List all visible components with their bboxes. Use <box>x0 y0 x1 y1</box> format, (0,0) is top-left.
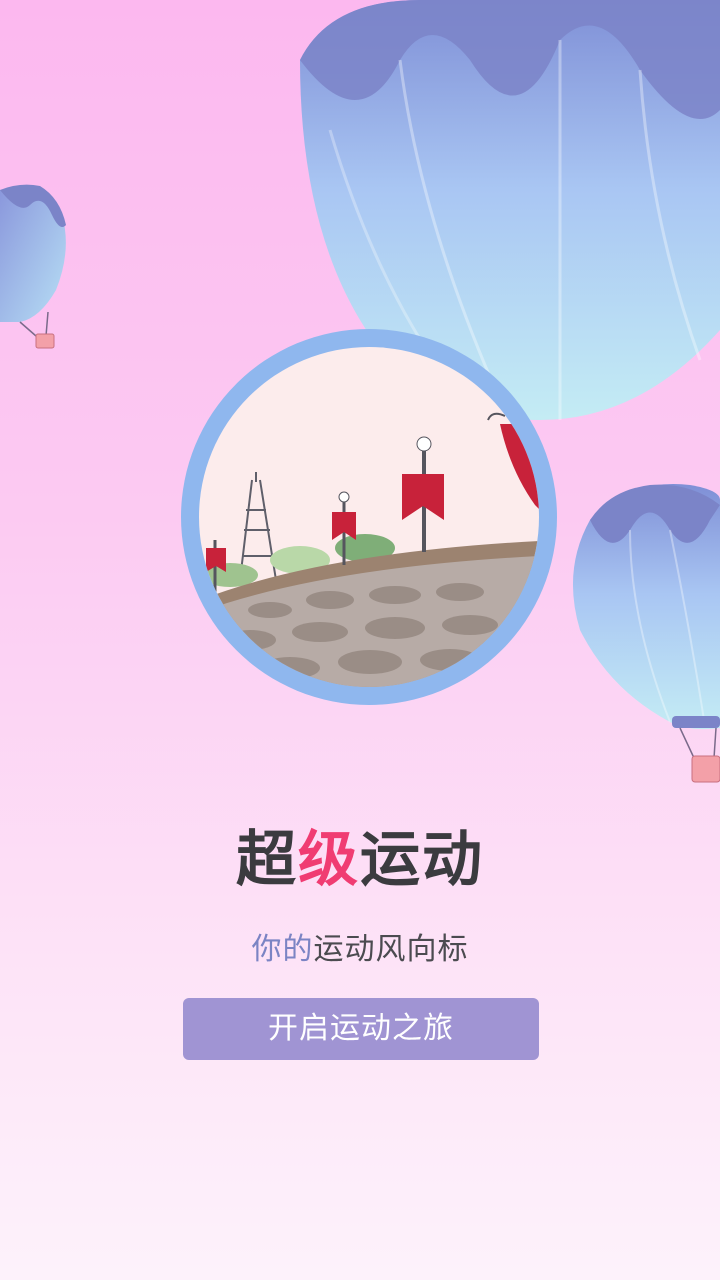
app-title: 超级运动 <box>0 820 720 900</box>
scene-illustration <box>181 329 557 705</box>
app-title-part1: 超 <box>236 825 298 895</box>
subtitle-soft-text: 你的 <box>251 932 314 967</box>
app-subtitle: 你的运动风向标 <box>0 928 720 972</box>
app-title-highlight: 级 <box>298 825 360 895</box>
subtitle-main-text: 运动风向标 <box>313 932 469 967</box>
app-title-part2: 运动 <box>360 825 484 895</box>
start-journey-button[interactable]: 开启运动之旅 <box>183 998 539 1060</box>
